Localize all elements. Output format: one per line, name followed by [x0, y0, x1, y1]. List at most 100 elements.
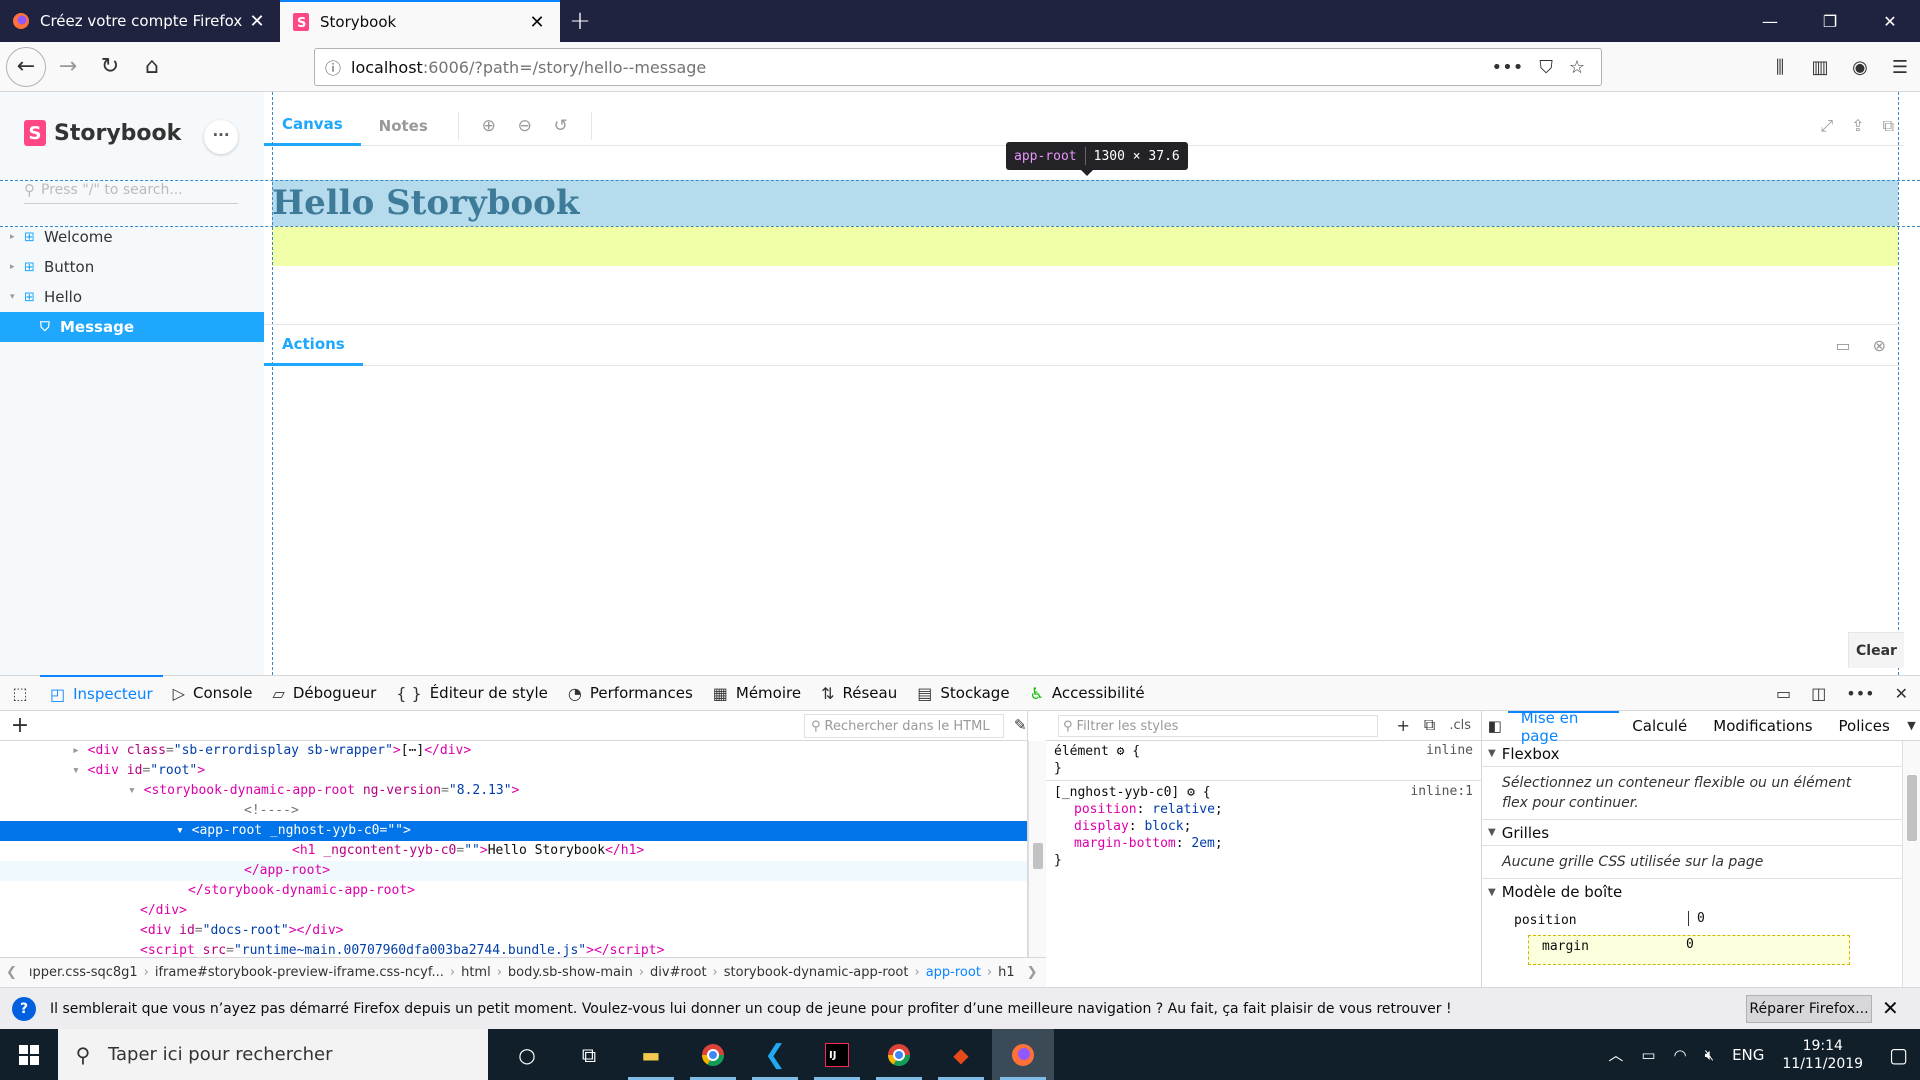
- share-icon[interactable]: ⇪: [1851, 116, 1864, 136]
- tab-calcule[interactable]: Calculé: [1619, 711, 1700, 741]
- clock[interactable]: 19:14 11/11/2019: [1782, 1037, 1863, 1073]
- markup-node[interactable]: </div>: [0, 901, 1027, 921]
- wifi-icon[interactable]: ◠: [1674, 1046, 1687, 1064]
- tab-memoire[interactable]: ▦ Mémoire: [703, 675, 811, 711]
- markup-search-input[interactable]: ⚲ Rechercher dans le HTML: [804, 714, 1004, 738]
- hamburger-menu-icon[interactable]: ☰: [1880, 57, 1920, 78]
- breadcrumb-item[interactable]: h1: [992, 965, 1021, 980]
- minimize-icon[interactable]: —: [1740, 0, 1800, 42]
- markup-node[interactable]: ▾ <app-root _nghost-yyb-c0="">: [0, 821, 1027, 841]
- add-node-button[interactable]: +: [0, 713, 40, 738]
- chevron-up-icon[interactable]: ︿: [1608, 1044, 1623, 1065]
- breadcrumb-item[interactable]: div#root: [644, 965, 713, 980]
- file-explorer-icon[interactable]: ▬: [620, 1029, 682, 1080]
- vscode-icon[interactable]: ❮: [744, 1029, 806, 1080]
- breadcrumb-item[interactable]: html: [455, 965, 497, 980]
- rule-source[interactable]: inline:1: [1410, 784, 1473, 799]
- chevron-down-icon[interactable]: ▼: [1903, 719, 1920, 732]
- firefox-icon[interactable]: [992, 1029, 1054, 1080]
- markup-node[interactable]: ▾ <storybook-dynamic-app-root ng-version…: [0, 781, 1027, 801]
- element-picker-icon[interactable]: ⬚: [0, 684, 40, 703]
- git-kraken-icon[interactable]: ◆: [930, 1029, 992, 1080]
- breadcrumb-item[interactable]: ıpper.css-sqc8g1: [23, 965, 144, 980]
- tab-canvas[interactable]: Canvas: [264, 106, 361, 146]
- toggle-sidebar-icon[interactable]: ◧: [1482, 717, 1508, 735]
- battery-icon[interactable]: ▭: [1641, 1046, 1655, 1064]
- responsive-icon[interactable]: ▭: [1776, 684, 1791, 703]
- close-icon[interactable]: ✕: [526, 12, 548, 33]
- tab-console[interactable]: ▷ Console: [163, 675, 263, 711]
- url-bar[interactable]: ⓘ localhost:6006/?path=/story/hello--mes…: [314, 48, 1602, 86]
- tab-mise-en-page[interactable]: Mise en page: [1507, 709, 1620, 745]
- reload-button[interactable]: ↻: [90, 47, 130, 87]
- tab-performances[interactable]: ◔ Performances: [558, 675, 703, 711]
- panel-position-icon[interactable]: ▭: [1835, 336, 1850, 355]
- tab-accessibilite[interactable]: ♿ Accessibilité: [1020, 675, 1155, 711]
- markup-node[interactable]: ▾ <div id="root">: [0, 761, 1027, 781]
- bookmark-star-icon[interactable]: ☆: [1569, 57, 1585, 78]
- tab-polices[interactable]: Polices: [1826, 711, 1903, 741]
- windows-start-icon[interactable]: [0, 1029, 58, 1080]
- intellij-icon[interactable]: IJ: [806, 1029, 868, 1080]
- taskbar-search-input[interactable]: ⚲ Taper ici pour rechercher: [58, 1029, 488, 1080]
- breadcrumb-item[interactable]: body.sb-show-main: [502, 965, 639, 980]
- add-rule-icon[interactable]: +: [1396, 716, 1409, 735]
- close-window-icon[interactable]: ✕: [1860, 0, 1920, 42]
- breadcrumb-item[interactable]: app-root: [920, 965, 987, 980]
- copy-icon[interactable]: ⧉: [1883, 116, 1894, 136]
- css-rule[interactable]: inline élément ⚙ {}: [1046, 743, 1481, 777]
- gear-icon[interactable]: ⚙: [1187, 785, 1195, 800]
- markup-node[interactable]: </app-root>: [0, 861, 1027, 881]
- close-icon[interactable]: ✕: [246, 11, 268, 32]
- grids-section-header[interactable]: ▼ Grilles: [1482, 820, 1920, 846]
- tree-item-hello[interactable]: ▾ ⊞ Hello: [0, 282, 264, 312]
- tab-actions[interactable]: Actions: [264, 324, 363, 366]
- breadcrumb-item[interactable]: storybook-dynamic-app-root: [718, 965, 915, 980]
- markup-node[interactable]: ▸ <div class="sb-errordisplay sb-wrapper…: [0, 741, 1027, 761]
- css-declaration[interactable]: position: relative;: [1054, 801, 1473, 818]
- filter-styles-input[interactable]: ⚲ Filtrer les styles: [1058, 715, 1378, 737]
- eyedropper-icon[interactable]: ✎: [1014, 716, 1027, 734]
- storybook-brand[interactable]: S Storybook: [24, 120, 181, 146]
- cortana-icon[interactable]: ○: [496, 1029, 558, 1080]
- tab-debogueur[interactable]: ▱ Débogueur: [263, 675, 387, 711]
- flexbox-section-header[interactable]: ▼ Flexbox: [1482, 741, 1920, 767]
- notifications-icon[interactable]: ▢: [1889, 1043, 1908, 1067]
- markup-node[interactable]: <div id="docs-root"></div>: [0, 921, 1027, 941]
- pseudo-class-icon[interactable]: ⧉: [1424, 715, 1435, 735]
- markup-node[interactable]: <h1 _ngcontent-yyb-c0="">Hello Storybook…: [0, 841, 1027, 861]
- css-declaration[interactable]: margin-bottom: 2em;: [1054, 835, 1473, 852]
- volume-muted-icon[interactable]: 🔇︎: [1705, 1046, 1714, 1064]
- clear-actions-button[interactable]: Clear: [1848, 632, 1904, 668]
- dock-icon[interactable]: ◫: [1811, 684, 1826, 703]
- devtools-menu-icon[interactable]: •••: [1846, 684, 1874, 703]
- zoom-in-icon[interactable]: ⊕: [471, 116, 507, 136]
- page-actions-icon[interactable]: •••: [1492, 57, 1524, 78]
- close-panel-icon[interactable]: ⊗: [1873, 336, 1886, 355]
- css-declaration[interactable]: display: block;: [1054, 818, 1473, 835]
- sidebar-menu-button[interactable]: ···: [204, 120, 238, 154]
- breadcrumb-item[interactable]: iframe#storybook-preview-iframe.css-ncyf…: [149, 965, 450, 980]
- language-indicator[interactable]: ENG: [1732, 1046, 1764, 1064]
- library-icon[interactable]: ⫼: [1760, 57, 1800, 78]
- new-tab-button[interactable]: +: [560, 0, 600, 42]
- chrome-icon[interactable]: [868, 1029, 930, 1080]
- tab-storybook[interactable]: S Storybook ✕: [280, 0, 560, 42]
- close-devtools-icon[interactable]: ✕: [1895, 684, 1908, 703]
- tab-stockage[interactable]: ▤ Stockage: [907, 675, 1019, 711]
- cls-toggle[interactable]: .cls: [1449, 718, 1471, 733]
- tree-item-message[interactable]: ⛉ Message: [0, 312, 264, 342]
- fullscreen-icon[interactable]: ⤢: [1820, 116, 1833, 136]
- zoom-out-icon[interactable]: ⊖: [507, 116, 543, 136]
- pocket-icon[interactable]: ⛉: [1539, 57, 1553, 78]
- boxmodel-section-header[interactable]: ▼ Modèle de boîte: [1482, 879, 1920, 905]
- forward-button[interactable]: →: [48, 47, 88, 87]
- css-rule[interactable]: inline:1 [_nghost-yyb-c0] ⚙ {position: re…: [1046, 784, 1481, 869]
- sidebar-icon[interactable]: ▥: [1800, 57, 1840, 78]
- tab-reseau[interactable]: ⇅ Réseau: [811, 675, 907, 711]
- tab-modifications[interactable]: Modifications: [1700, 711, 1825, 741]
- chevron-right-icon[interactable]: ❯: [1021, 965, 1044, 980]
- markup-node[interactable]: </storybook-dynamic-app-root>: [0, 881, 1027, 901]
- chrome-icon[interactable]: [682, 1029, 744, 1080]
- markup-node[interactable]: <!---->: [0, 801, 1027, 821]
